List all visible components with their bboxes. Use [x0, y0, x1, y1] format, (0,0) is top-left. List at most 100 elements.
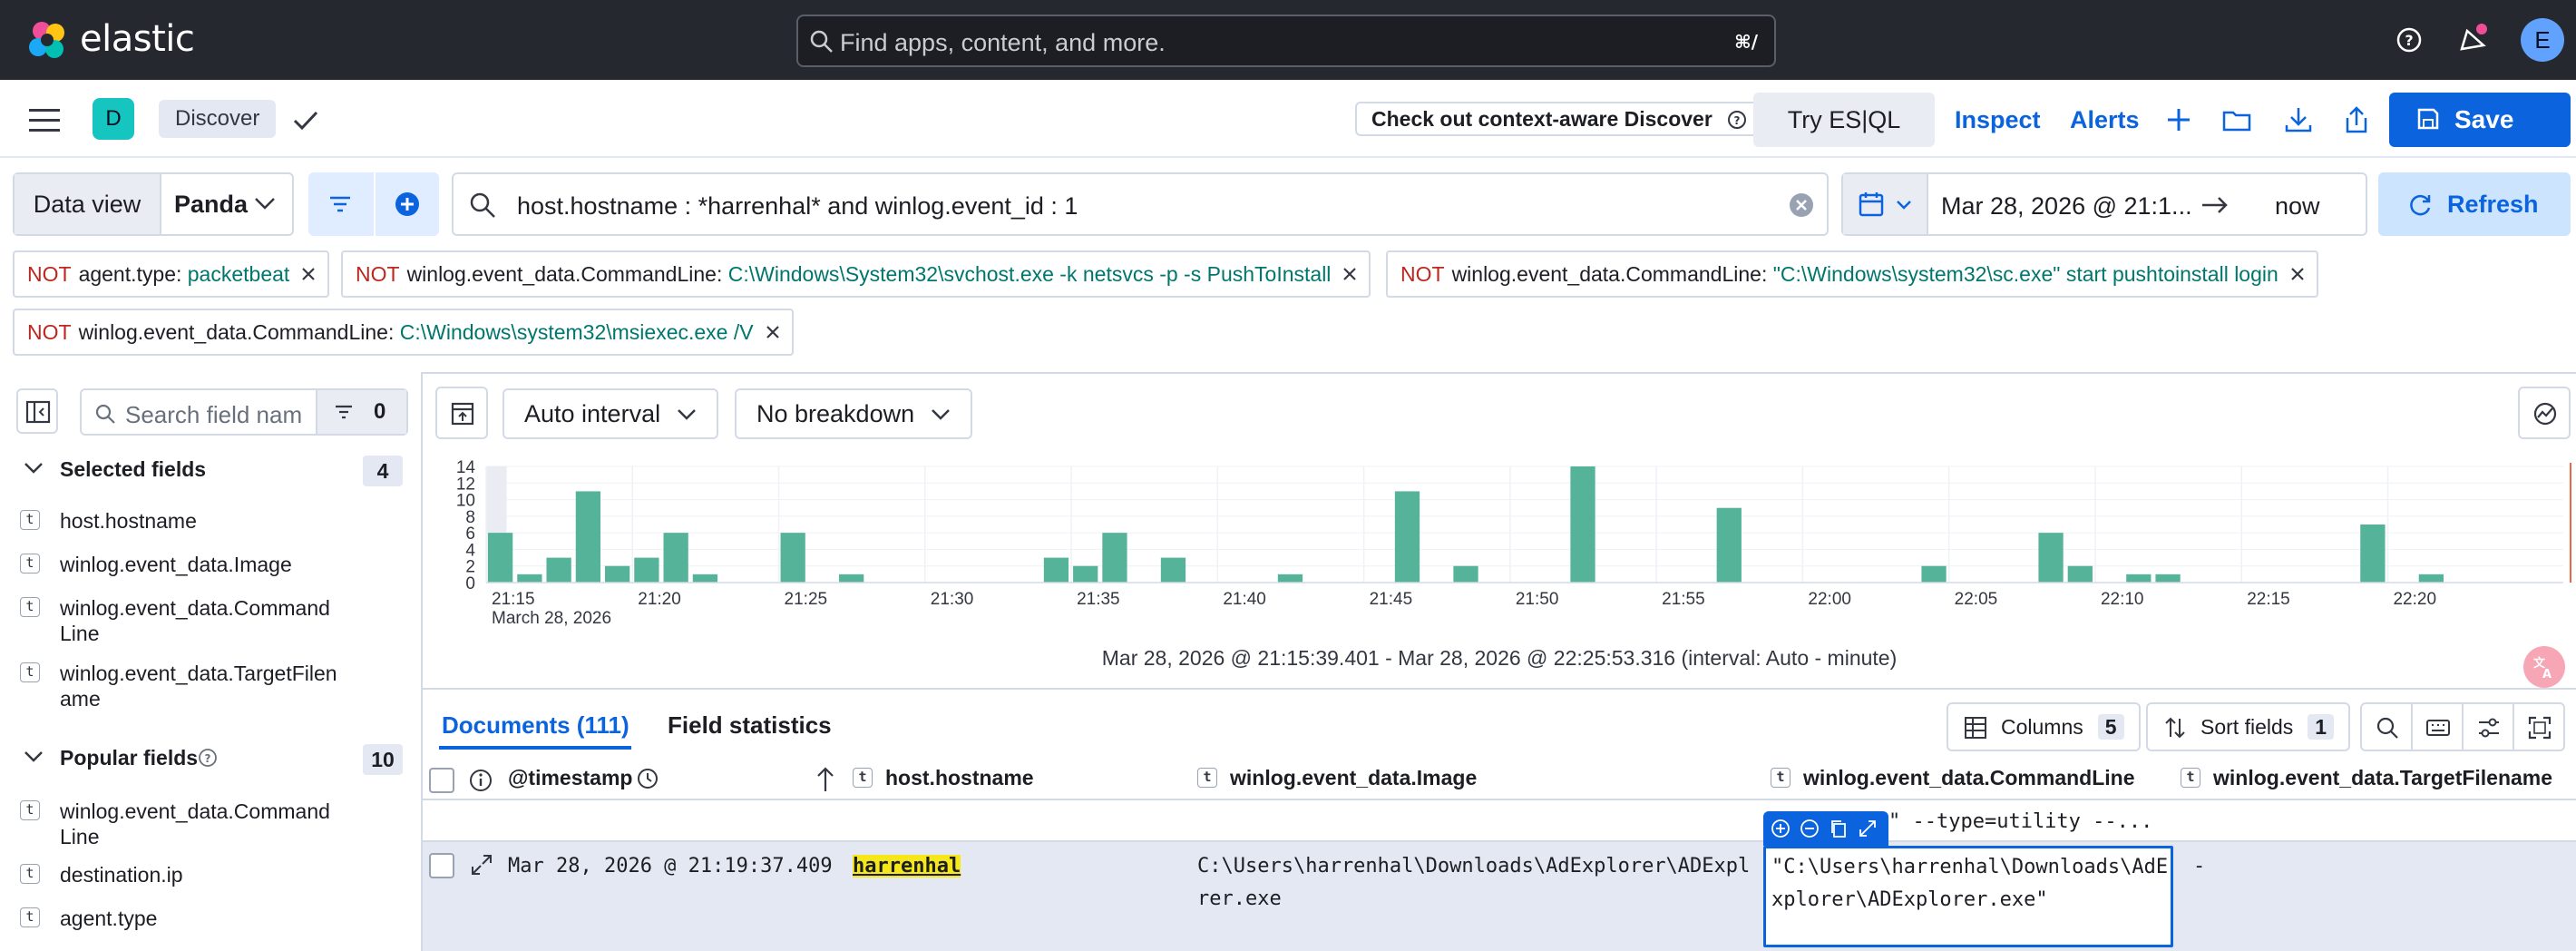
keyboard-shortcuts-button[interactable] [2411, 702, 2464, 751]
close-icon[interactable] [300, 266, 317, 282]
filter-icon[interactable] [328, 194, 352, 214]
info-icon[interactable]: ? [198, 748, 218, 768]
image-cell-line2[interactable]: rer.exe [1197, 887, 1282, 910]
svg-text:?: ? [2405, 32, 2413, 49]
image-cell-line1[interactable]: C:\Users\harrenhal\Downloads\AdExplorer\… [1197, 855, 1751, 877]
end-date[interactable]: now [2275, 192, 2320, 221]
close-icon[interactable] [2289, 266, 2306, 282]
field-item-agent-type[interactable]: t agent.type [20, 906, 401, 933]
global-search-input[interactable]: Find apps, content, and more. ⌘/ [796, 15, 1776, 67]
prev-row-commandline-cell[interactable]: " --type=utility --... [1888, 810, 2152, 833]
string-type-icon: t [20, 662, 40, 682]
chart-options-button[interactable] [2518, 387, 2571, 439]
column-header-hostname[interactable]: t host.hostname [853, 766, 1179, 793]
field-name: destination.ip [60, 863, 183, 887]
histogram-bar [546, 557, 571, 583]
cell-actions-toolbar [1763, 811, 1888, 846]
column-title: winlog.event_data.TargetFilename [2213, 766, 2553, 789]
filter-out-value-icon[interactable] [1800, 819, 1820, 838]
check-icon [293, 111, 318, 131]
x-tick-label: 22:10 [2101, 590, 2144, 609]
commandline-cell-focused[interactable]: "C:\Users\harrenhal\Downloads\AdE xplore… [1763, 846, 2173, 947]
inspect-button[interactable]: Inspect [1955, 93, 2041, 147]
sort-ascending-icon[interactable] [815, 766, 836, 793]
targetfilename-cell[interactable]: - [2193, 855, 2205, 877]
expand-cell-icon[interactable] [1858, 819, 1878, 838]
breakdown-select[interactable]: No breakdown [735, 388, 973, 439]
hostname-cell[interactable]: harrenhal [853, 855, 961, 877]
histogram-bar [2418, 574, 2444, 583]
menu-icon[interactable] [29, 107, 60, 134]
alerts-button[interactable]: Alerts [2070, 93, 2140, 147]
histogram-bar [1394, 491, 1420, 583]
selected-fields-toggle[interactable]: Selected fields [24, 457, 368, 485]
download-icon[interactable] [2282, 103, 2315, 136]
display-settings-button[interactable] [2462, 702, 2514, 751]
filter-pill[interactable]: NOT winlog.event_data.CommandLine: C:\Win… [341, 250, 1371, 298]
filter-for-value-icon[interactable] [1771, 819, 1791, 838]
clear-icon[interactable] [1789, 192, 1814, 218]
filter-pill[interactable]: NOT agent.type: packetbeat [13, 250, 330, 298]
user-avatar[interactable]: E [2521, 18, 2564, 62]
field-item-winlog-commandline[interactable]: t winlog.event_data.CommandLine [20, 595, 401, 646]
query-input[interactable]: host.hostname : *harrenhal* and winlog.e… [452, 172, 1829, 236]
translate-fab[interactable]: 文A [2523, 646, 2565, 688]
field-type-filter-button[interactable]: 0 [316, 390, 406, 434]
sort-fields-label: Sort fields [2200, 715, 2294, 739]
elastic-logo-icon[interactable] [27, 20, 69, 62]
try-esql-button[interactable]: Try ES|QL [1753, 93, 1935, 147]
start-date[interactable]: Mar 28, 2026 @ 21:1... [1941, 192, 2192, 221]
column-header-image[interactable]: t winlog.event_data.Image [1197, 766, 1742, 793]
tab-field-statistics[interactable]: Field statistics [668, 711, 832, 740]
field-item-host-hostname[interactable]: t host.hostname [20, 508, 401, 535]
copy-icon[interactable] [1829, 819, 1849, 838]
sort-fields-button[interactable]: Sort fields 1 [2146, 702, 2351, 751]
close-icon[interactable] [1342, 266, 1358, 282]
field-item-destination-ip[interactable]: t destination.ip [20, 862, 401, 889]
row-select-checkbox[interactable] [429, 853, 454, 878]
quick-menu-button[interactable] [1843, 174, 1928, 234]
tab-documents[interactable]: Documents (111) [442, 711, 629, 740]
field-search-input[interactable]: Search field names 0 [80, 388, 408, 436]
news-feed-icon[interactable] [2454, 22, 2491, 58]
info-icon[interactable] [468, 768, 493, 793]
popular-fields-toggle[interactable]: Popular fields ? [24, 746, 368, 773]
histogram-chart[interactable]: 1412108642021:15 21:20 21:25 21:30 21:35 21:4… [423, 450, 2576, 632]
field-name: agent.type [60, 907, 158, 930]
breakdown-label: No breakdown [756, 400, 915, 427]
filter-pill[interactable]: NOT winlog.event_data.CommandLine: C:\Win… [13, 309, 794, 356]
hide-chart-button[interactable] [435, 387, 488, 439]
save-button[interactable]: Save [2389, 93, 2571, 147]
data-view-picker[interactable]: Data view Panda [13, 172, 294, 236]
select-all-checkbox[interactable] [429, 768, 454, 793]
column-header-commandline[interactable]: t winlog.event_data.CommandLine [1771, 766, 2170, 793]
field-item-winlog-image[interactable]: t winlog.event_data.Image [20, 552, 401, 579]
column-header-targetfilename[interactable]: t winlog.event_data.TargetFilename [2181, 766, 2571, 793]
grid-search-button[interactable] [2360, 702, 2413, 751]
collapse-sidebar-button[interactable] [16, 388, 58, 434]
date-picker[interactable]: Mar 28, 2026 @ 21:1... now [1841, 172, 2367, 236]
share-icon[interactable] [2340, 103, 2373, 136]
field-item-winlog-targetfilename[interactable]: t winlog.event_data.TargetFilename [20, 661, 401, 711]
breadcrumb-discover[interactable]: Discover [159, 100, 277, 138]
refresh-button[interactable]: Refresh [2378, 172, 2571, 236]
expand-icon[interactable] [470, 853, 493, 877]
divider [423, 688, 2576, 690]
space-avatar[interactable]: D [93, 98, 134, 140]
close-icon[interactable] [765, 324, 781, 340]
context-aware-discover-button[interactable]: Check out context-aware Discover ? [1355, 102, 1761, 136]
column-title: winlog.event_data.Image [1230, 766, 1478, 789]
chevron-down-icon [1897, 201, 1911, 210]
filter-pill[interactable]: NOT winlog.event_data.CommandLine: "C:\Wi… [1386, 250, 2318, 298]
column-header-timestamp[interactable]: @timestamp [508, 766, 780, 791]
interval-select[interactable]: Auto interval [503, 388, 719, 439]
columns-button[interactable]: Columns 5 [1947, 702, 2141, 751]
open-folder-icon[interactable] [2220, 103, 2253, 136]
add-filter-icon[interactable] [394, 191, 421, 218]
field-item-popular-commandline[interactable]: t winlog.event_data.CommandLine [20, 799, 401, 849]
help-icon[interactable]: ? [2391, 22, 2427, 58]
new-search-icon[interactable] [2162, 103, 2195, 136]
fullscreen-button[interactable] [2513, 702, 2565, 751]
context-aware-label: Check out context-aware Discover [1371, 107, 1712, 131]
timestamp-cell[interactable]: Mar 28, 2026 @ 21:19:37.409 [508, 855, 833, 877]
